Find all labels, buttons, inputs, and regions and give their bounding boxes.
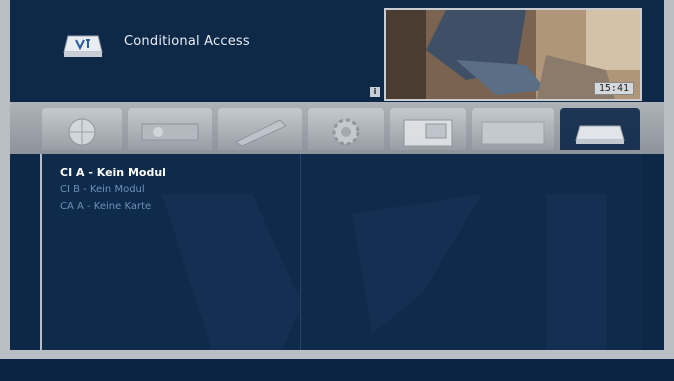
page-title: Conditional Access <box>124 34 250 49</box>
screen: Conditional Access i 15:41 CI A - Kein M… <box>0 0 674 381</box>
blank-icon <box>481 121 545 145</box>
screen-icon <box>403 119 453 147</box>
list-item-ca-a[interactable]: CA A - Keine Karte <box>60 198 166 215</box>
tab-edit[interactable] <box>218 108 302 150</box>
ci-module-icon <box>575 125 625 144</box>
globe-icon <box>68 118 96 146</box>
left-frame <box>0 0 10 381</box>
list-item-ci-b[interactable]: CI B - Kein Modul <box>60 181 166 198</box>
tab-globe[interactable] <box>42 108 122 150</box>
clock: 15:41 <box>593 82 634 95</box>
tab-conditional-access[interactable] <box>560 108 640 150</box>
pen-icon <box>235 119 287 147</box>
ci-slot-list: CI A - Kein Modul CI B - Kein Modul CA A… <box>60 164 166 215</box>
list-item-ci-a[interactable]: CI A - Kein Modul <box>60 164 166 181</box>
tab-display[interactable] <box>390 108 466 150</box>
gear-icon <box>332 118 360 146</box>
bottom-frame <box>0 350 674 359</box>
live-tv-preview: 15:41 <box>384 8 642 101</box>
tab-blank[interactable] <box>472 108 554 150</box>
tab-satellite[interactable] <box>128 108 212 150</box>
right-frame <box>664 0 674 381</box>
panel-divider <box>300 154 301 350</box>
ci-module-icon <box>62 32 104 60</box>
content-panel: CI A - Kein Modul CI B - Kein Modul CA A… <box>40 154 642 350</box>
satellite-icon <box>141 123 199 141</box>
tab-settings[interactable] <box>308 108 384 150</box>
bottom-bar <box>0 359 674 381</box>
menu-tabs <box>10 102 664 154</box>
info-icon[interactable]: i <box>370 87 380 97</box>
